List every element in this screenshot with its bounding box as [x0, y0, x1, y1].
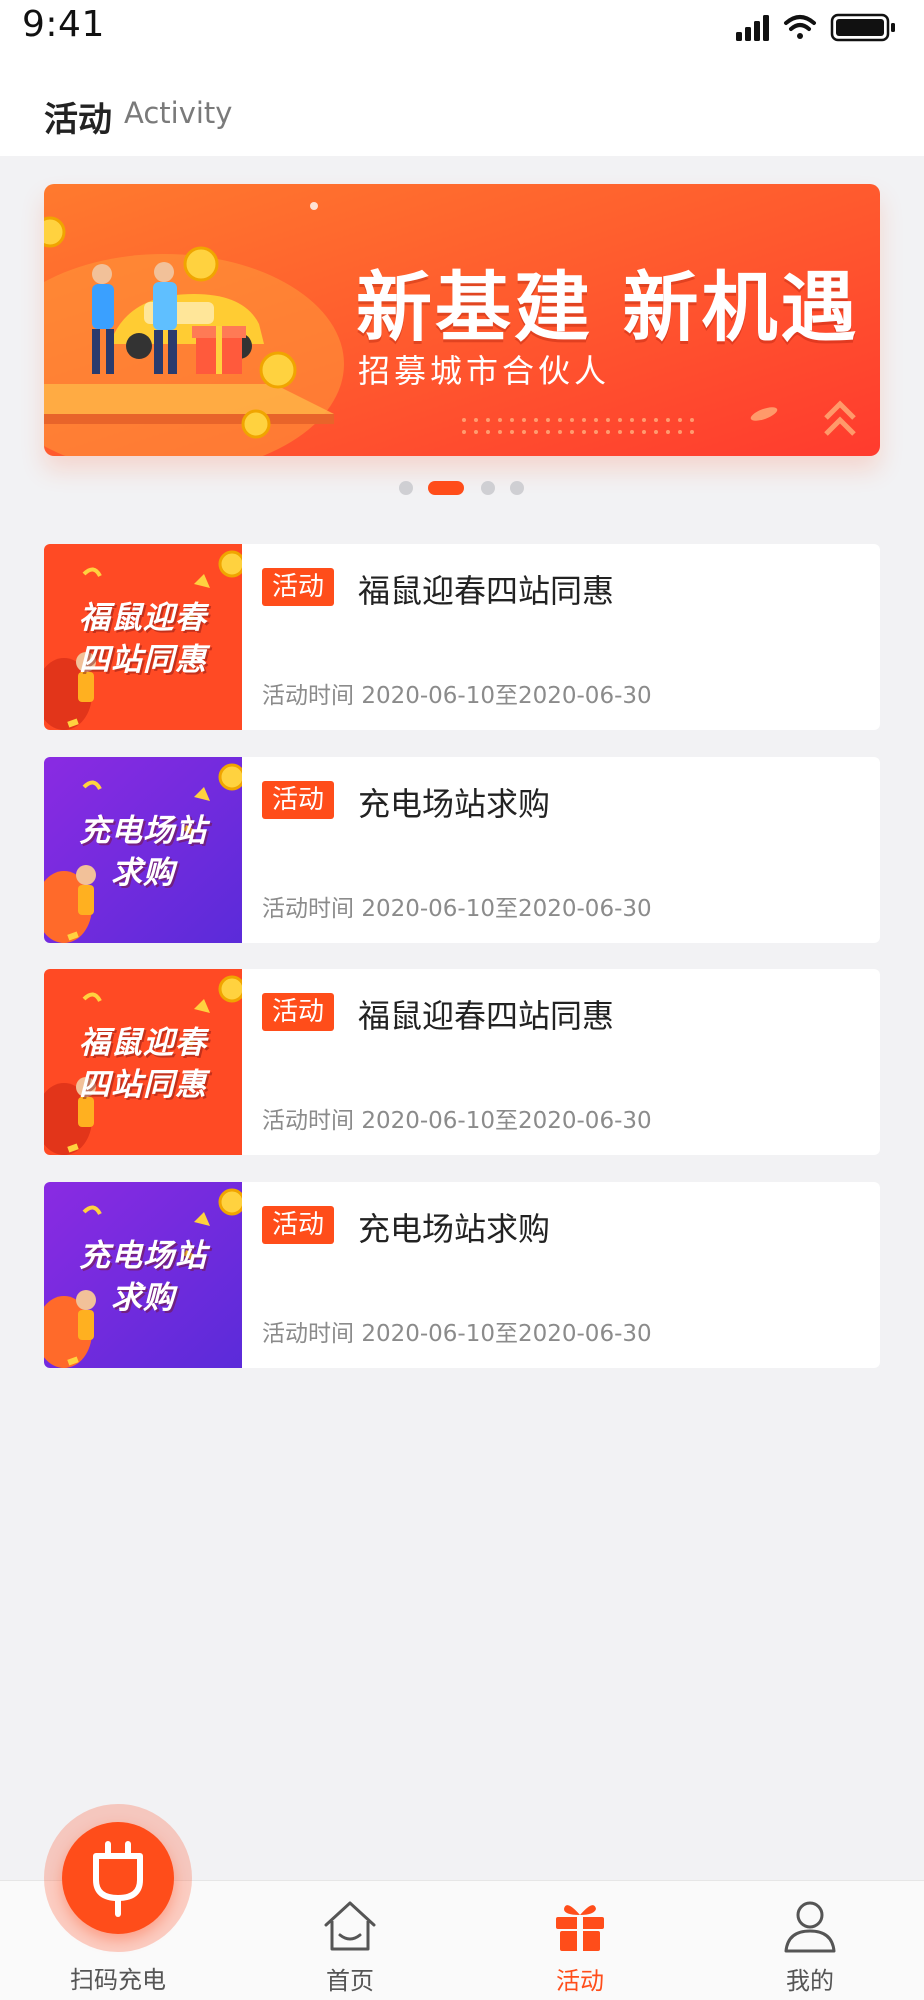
home-icon: [324, 1901, 376, 1951]
banner-headline: 新基建 新机遇: [356, 263, 860, 352]
activity-time-label: 活动时间: [262, 1321, 354, 1347]
activity-time: 活动时间 2020-06-10至2020-06-30: [262, 1314, 652, 1348]
page-subtitle: Activity: [124, 96, 233, 130]
activity-time-range: 2020-06-10至2020-06-30: [361, 683, 652, 709]
carousel-dot-active[interactable]: [428, 481, 464, 495]
status-bar: 9:41: [0, 0, 924, 56]
activity-title: 福鼠迎春四站同惠: [358, 997, 615, 1035]
activity-time: 活动时间 2020-06-10至2020-06-30: [262, 1101, 652, 1135]
activity-title: 充电场站求购: [358, 785, 551, 823]
thumbnail-line-2: 四站同惠: [79, 1067, 207, 1103]
thumbnail-line-2: 求购: [111, 855, 175, 891]
activity-card[interactable]: 福鼠迎春 四站同惠 活动 福鼠迎春四站同惠 活动时间 2020-06-10至20…: [44, 969, 880, 1155]
status-time: 9:41: [22, 4, 105, 45]
thumbnail-line-1: 福鼠迎春: [79, 1025, 207, 1061]
status-icons: [736, 13, 895, 42]
scan-charge-label: 扫码充电: [70, 1966, 166, 1994]
carousel-dot[interactable]: [399, 481, 413, 495]
activity-title: 福鼠迎春四站同惠: [358, 572, 615, 610]
scan-charge-button[interactable]: [62, 1822, 174, 1934]
activity-tag: 活动: [262, 568, 335, 606]
activity-title: 充电场站求购: [358, 1210, 551, 1248]
tab-mine-label: 我的: [786, 1967, 834, 1995]
tab-home-label: 首页: [326, 1967, 374, 1995]
activity-time: 活动时间 2020-06-10至2020-06-30: [262, 676, 652, 710]
tab-activity-label: 活动: [556, 1967, 604, 1995]
activity-time-range: 2020-06-10至2020-06-30: [361, 1321, 652, 1347]
gift-illustration: [192, 326, 246, 374]
tab-activity[interactable]: 活动: [490, 1881, 670, 2000]
thumbnail-line-1: 充电场站: [79, 813, 207, 849]
plug-icon: [93, 1841, 143, 1917]
activity-time-range: 2020-06-10至2020-06-30: [361, 896, 652, 922]
activity-card[interactable]: 充电场站 求购 活动 充电场站求购 活动时间 2020-06-10至2020-0…: [44, 1182, 880, 1368]
tab-mine[interactable]: 我的: [720, 1881, 900, 2000]
activity-tag: 活动: [262, 781, 335, 819]
wifi-icon: [784, 15, 816, 39]
activity-time-label: 活动时间: [262, 683, 354, 709]
activity-time: 活动时间 2020-06-10至2020-06-30: [262, 889, 652, 923]
signal-icon: [736, 15, 769, 41]
gift-icon: [556, 1905, 604, 1951]
activity-time-label: 活动时间: [262, 896, 354, 922]
page-title: 活动: [44, 100, 112, 140]
thumbnail-line-2: 求购: [111, 1280, 175, 1316]
page-header: 活动 Activity: [0, 56, 924, 156]
promo-banner[interactable]: 新基建 新机遇 招募城市合伙人: [44, 184, 880, 456]
carousel-indicator: [0, 481, 924, 495]
thumbnail-line-1: 福鼠迎春: [79, 600, 207, 636]
carousel-dot[interactable]: [481, 481, 495, 495]
activity-tag: 活动: [262, 1206, 335, 1244]
activity-tag: 活动: [262, 993, 335, 1031]
activity-time-label: 活动时间: [262, 1108, 354, 1134]
activity-card[interactable]: 福鼠迎春 四站同惠 活动 福鼠迎春四站同惠 活动时间 2020-06-10至20…: [44, 544, 880, 730]
thumbnail-line-1: 充电场站: [79, 1238, 207, 1274]
tab-home[interactable]: 首页: [260, 1881, 440, 2000]
banner-subheadline: 招募城市合伙人: [358, 352, 611, 390]
user-icon: [784, 1901, 836, 1953]
thumbnail-line-2: 四站同惠: [79, 642, 207, 678]
battery-icon: [830, 13, 895, 42]
activity-card[interactable]: 充电场站 求购 活动 充电场站求购 活动时间 2020-06-10至2020-0…: [44, 757, 880, 943]
carousel-dot[interactable]: [510, 481, 524, 495]
activity-time-range: 2020-06-10至2020-06-30: [361, 1108, 652, 1134]
